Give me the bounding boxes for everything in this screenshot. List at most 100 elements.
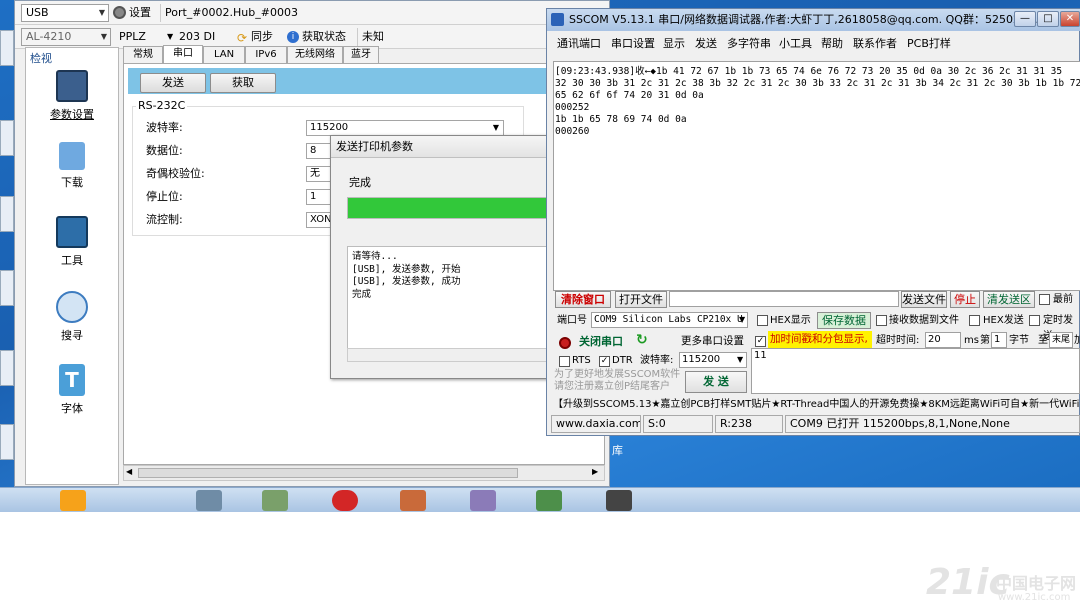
scroll-right-icon[interactable]: ▶ xyxy=(592,467,598,476)
desktop-icon-partial[interactable] xyxy=(0,424,14,460)
file-path-input[interactable] xyxy=(669,291,899,307)
tab-ipv6[interactable]: IPv6 xyxy=(245,46,287,63)
nav-item-tools[interactable]: 工具 xyxy=(26,216,118,268)
desktop-icon-partial[interactable] xyxy=(0,30,14,66)
log-line: [USB], 发送参数, 成功 xyxy=(352,276,461,287)
send-button[interactable]: 发送 xyxy=(140,73,206,93)
field-label: 停止位: xyxy=(146,190,183,203)
tab-wireless[interactable]: 无线网络 xyxy=(287,46,343,63)
timestamp-checkbox[interactable]: ✓ xyxy=(755,336,766,347)
nav-label: 下载 xyxy=(61,176,83,189)
status-site[interactable]: www.daxia.com xyxy=(551,415,641,433)
menu-item[interactable]: PCB打样 xyxy=(907,35,951,53)
topmost-checkbox[interactable] xyxy=(1039,294,1050,305)
desktop-label: 库 xyxy=(612,444,623,457)
settings-button[interactable]: 设置 xyxy=(129,4,151,22)
close-port-button[interactable]: 关闭串口 xyxy=(579,334,623,350)
send-file-button[interactable]: 发送文件 xyxy=(901,291,947,308)
menu-item[interactable]: 通讯端口 xyxy=(557,35,601,53)
port-label: 端口号 xyxy=(557,315,587,326)
taskbar-app-icon[interactable] xyxy=(470,490,496,511)
taskbar-app-icon[interactable] xyxy=(400,490,426,511)
to-label: 至 xyxy=(1038,335,1048,346)
recv-to-file-checkbox[interactable] xyxy=(876,315,887,326)
protocol-select[interactable]: PPLZ xyxy=(119,28,146,46)
stop-button[interactable]: 停止 xyxy=(950,291,980,308)
taskbar-folder-icon[interactable] xyxy=(60,490,86,511)
timed-send-checkbox[interactable] xyxy=(1029,315,1040,326)
nav-item-download[interactable]: 下载 xyxy=(26,142,118,190)
menu-item[interactable]: 发送 xyxy=(695,35,717,53)
baud-label: 波特率: xyxy=(640,355,674,366)
scroll-left-icon[interactable]: ◀ xyxy=(126,467,132,476)
tab-general[interactable]: 常规 xyxy=(123,46,163,63)
horizontal-scrollbar[interactable]: ◀ ▶ xyxy=(123,465,605,481)
menu-item[interactable]: 串口设置 xyxy=(611,35,655,53)
tab-bluetooth[interactable]: 蓝牙 xyxy=(343,46,379,63)
rts-checkbox[interactable] xyxy=(559,356,570,367)
log-scrollbar[interactable] xyxy=(347,348,551,362)
clear-send-button[interactable]: 清发送区 xyxy=(983,291,1035,308)
nav-label: 搜寻 xyxy=(61,329,83,342)
chevron-down-icon: ▼ xyxy=(739,315,746,324)
timeout-input[interactable]: 20 xyxy=(925,332,961,348)
nav-label: 工具 xyxy=(61,254,83,267)
menu-item[interactable]: 帮助 xyxy=(821,35,843,53)
progress-bar xyxy=(347,197,551,219)
desktop-icon-partial[interactable] xyxy=(0,350,14,386)
close-icon[interactable]: ✕ xyxy=(1060,11,1080,27)
dtr-checkbox[interactable]: ✓ xyxy=(599,356,610,367)
send-text-input[interactable]: 11 xyxy=(751,348,1080,394)
recv-to-file-label: 接收数据到文件 xyxy=(889,315,959,326)
port-type-select[interactable]: USB ▼ xyxy=(21,4,109,22)
maximize-icon[interactable]: □ xyxy=(1037,11,1059,27)
menu-item[interactable]: 小工具 xyxy=(779,35,812,53)
nav-label: 参数设置 xyxy=(50,108,94,121)
menu-item[interactable]: 显示 xyxy=(663,35,685,53)
clear-window-button[interactable]: 清除窗口 xyxy=(555,291,611,308)
nav-item-params[interactable]: 参数设置 xyxy=(26,70,118,122)
desktop-icon-partial[interactable] xyxy=(0,196,14,232)
nav-item-search[interactable]: 搜寻 xyxy=(26,291,118,343)
save-data-button[interactable]: 保存数据 xyxy=(817,312,871,329)
taskbar-app-icon[interactable] xyxy=(606,490,632,511)
taskbar-app-icon[interactable] xyxy=(196,490,222,511)
more-settings-button[interactable]: 更多串口设置 xyxy=(681,333,744,349)
receive-area[interactable]: [09:23:43.938]收←◆1b 41 72 67 1b 1b 73 65… xyxy=(553,61,1080,291)
get-status-button[interactable]: 获取状态 xyxy=(302,28,346,46)
tab-serial[interactable]: 串口 xyxy=(163,45,203,63)
sync-button[interactable]: 同步 xyxy=(251,28,273,46)
menu-item[interactable]: 多字符串 xyxy=(727,35,771,53)
taskbar-opera-icon[interactable] xyxy=(332,490,358,511)
rts-label: RTS xyxy=(572,355,591,366)
open-file-button[interactable]: 打开文件 xyxy=(615,291,667,308)
tab-lan[interactable]: LAN xyxy=(203,46,245,63)
nth-input[interactable]: 1 xyxy=(991,332,1007,348)
minimize-icon[interactable]: — xyxy=(1014,11,1036,27)
dialog-log: 请等待... [USB], 发送参数, 开始 [USB], 发送参数, 成功 完… xyxy=(347,246,551,362)
get-button[interactable]: 获取 xyxy=(210,73,276,93)
refresh-icon[interactable]: ↻ xyxy=(636,332,648,348)
hex-send-checkbox[interactable] xyxy=(969,315,980,326)
group-title: RS-232C xyxy=(136,98,188,114)
end-select[interactable]: 末尾 xyxy=(1049,332,1073,348)
send-button[interactable]: 发 送 xyxy=(685,371,747,393)
taskbar-app-icon[interactable] xyxy=(536,490,562,511)
baudrate-select[interactable]: 115200 ▼ xyxy=(306,120,504,136)
window-title: SSCOM V5.13.1 串口/网络数据调试器,作者:大虾丁丁,2618058… xyxy=(569,13,1045,26)
scrollbar-thumb[interactable] xyxy=(138,468,518,478)
hex-display-label: HEX显示 xyxy=(770,315,811,326)
taskbar-app-icon[interactable] xyxy=(262,490,288,511)
news-ticker[interactable]: 【升级到SSCOM5.13★嘉立创PCB打样SMT贴片★RT-Thread中国人… xyxy=(553,397,1080,413)
desktop-icon-partial[interactable] xyxy=(0,270,14,306)
nav-item-font[interactable]: T 字体 xyxy=(26,364,118,416)
model-select[interactable]: AL-4210 ▼ xyxy=(21,28,111,46)
add-label: 加 xyxy=(1074,335,1080,346)
search-icon xyxy=(56,291,88,323)
hex-display-checkbox[interactable] xyxy=(757,315,768,326)
desktop-icon-partial[interactable] xyxy=(0,120,14,156)
nth-label: 第 xyxy=(980,335,990,346)
dpi-select[interactable]: 203 DI xyxy=(179,28,217,46)
port-select[interactable]: COM9 Silicon Labs CP210x U xyxy=(591,312,748,328)
menu-item[interactable]: 联系作者 xyxy=(853,35,897,53)
